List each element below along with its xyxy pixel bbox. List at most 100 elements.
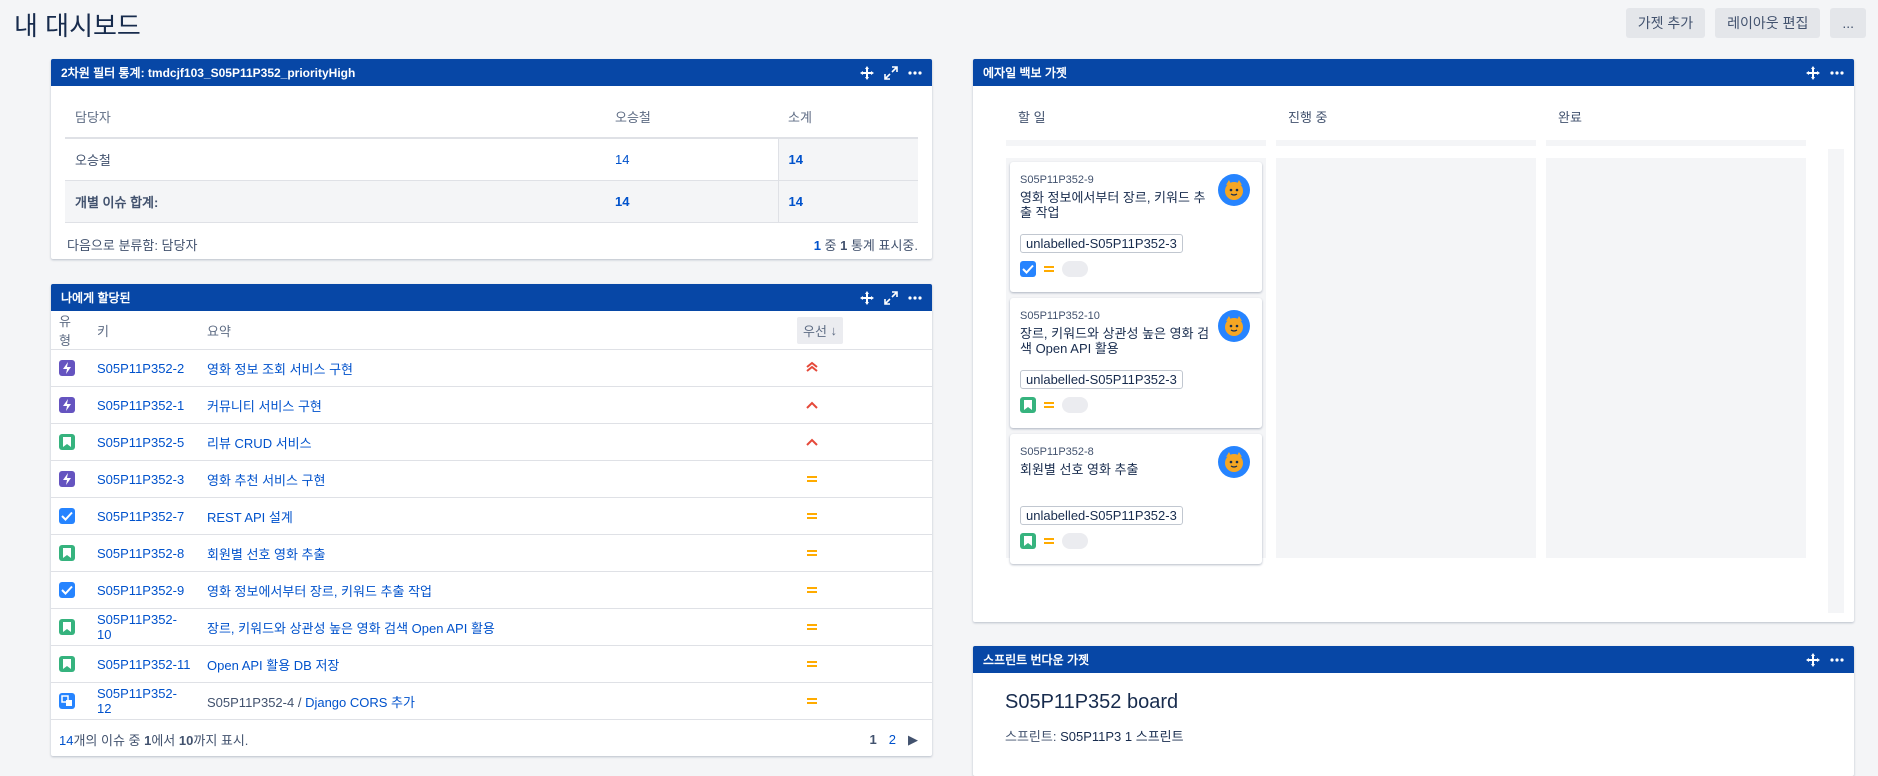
- card-key[interactable]: S05P11P352-10: [1020, 310, 1252, 322]
- issue-card[interactable]: S05P11P352-10 장르, 키워드와 상관성 높은 영화 검색 Open …: [1010, 298, 1262, 428]
- priority-medium-icon: [805, 620, 819, 635]
- filter-stats-gadget: 2차원 필터 통계: tmdcjf103_S05P11P352_priority…: [51, 59, 932, 259]
- table-row[interactable]: S05P11P352-12 S05P11P352-4 / Django CORS …: [51, 682, 932, 720]
- move-icon[interactable]: [1806, 65, 1820, 80]
- priority-medium-icon: [805, 509, 819, 524]
- task-type-icon: [1020, 261, 1036, 277]
- priority-medium-icon: [805, 694, 819, 709]
- table-row-total: 개별 이슈 합계: 14 14: [65, 180, 918, 223]
- results-summary: 14개의 이슈 중 1에서 10까지 표시.: [59, 730, 248, 749]
- col-subtotal: 소계: [778, 96, 918, 139]
- card-summary: 영화 정보에서부터 장르, 키워드 추출 작업: [1020, 190, 1206, 220]
- task-type-icon: [59, 582, 75, 598]
- avatar[interactable]: [1218, 174, 1250, 206]
- col-priority[interactable]: 우선 ↓: [789, 311, 932, 350]
- issue-summary-link[interactable]: 리뷰 CRUD 서비스: [207, 436, 312, 451]
- story-type-icon: [59, 619, 75, 635]
- issue-summary-link[interactable]: Django CORS 추가: [305, 695, 415, 710]
- priority-medium-icon: [805, 657, 819, 672]
- table-row[interactable]: S05P11P352-9 영화 정보에서부터 장르, 키워드 추출 작업: [51, 571, 932, 609]
- more-icon[interactable]: [908, 66, 922, 80]
- story-type-icon: [1020, 397, 1036, 413]
- issue-key-link[interactable]: S05P11P352-11: [97, 657, 190, 672]
- priority-medium-icon: [1042, 261, 1056, 277]
- gadget-header: 에자일 백보 가젯: [973, 59, 1854, 86]
- table-row[interactable]: S05P11P352-3 영화 추천 서비스 구현: [51, 460, 932, 498]
- table-row[interactable]: S05P11P352-1 커뮤니티 서비스 구현: [51, 386, 932, 424]
- table-row[interactable]: S05P11P352-8 회원별 선호 영화 추출: [51, 534, 932, 572]
- more-actions-button[interactable]: ...: [1830, 8, 1866, 38]
- issue-summary-link[interactable]: 영화 정보에서부터 장르, 키워드 추출 작업: [207, 584, 432, 599]
- priority-medium-icon: [1042, 533, 1056, 549]
- table-row[interactable]: S05P11P352-7 REST API 설계: [51, 497, 932, 535]
- stats-text-2: 통계 표시중.: [847, 237, 918, 253]
- avatar[interactable]: [1218, 310, 1250, 342]
- issue-key-link[interactable]: S05P11P352-10: [97, 612, 177, 642]
- issue-summary-link[interactable]: 커뮤니티 서비스 구현: [207, 399, 322, 414]
- card-key[interactable]: S05P11P352-9: [1020, 174, 1252, 186]
- more-icon[interactable]: [908, 291, 922, 305]
- issue-summary-link[interactable]: 영화 정보 조회 서비스 구현: [207, 362, 353, 377]
- gadget-title: 스프린트 번다운 가젯: [983, 653, 1090, 667]
- col-user: 오승철: [605, 96, 778, 139]
- issue-key-link[interactable]: S05P11P352-7: [97, 509, 184, 524]
- issue-summary-link[interactable]: 장르, 키워드와 상관성 높은 영화 검색 Open API 활용: [207, 621, 495, 636]
- issue-card[interactable]: S05P11P352-9 영화 정보에서부터 장르, 키워드 추출 작업 unlab…: [1010, 162, 1262, 292]
- priority-medium-icon: [805, 583, 819, 598]
- move-icon[interactable]: [860, 290, 874, 305]
- issue-key-link[interactable]: S05P11P352-3: [97, 472, 184, 487]
- estimate-badge: [1062, 533, 1088, 549]
- table-row[interactable]: S05P11P352-2 영화 정보 조회 서비스 구현: [51, 349, 932, 387]
- issue-summary-link[interactable]: Open API 활용 DB 저장: [207, 658, 339, 673]
- card-label: unlabelled-S05P11P352-3: [1020, 234, 1183, 253]
- table-row: 오승철 14 14: [65, 138, 918, 181]
- results-count[interactable]: 14: [59, 733, 73, 748]
- priority-medium-icon: [805, 546, 819, 561]
- sort-down-icon: ↓: [830, 322, 838, 338]
- edit-layout-button[interactable]: 레이아웃 편집: [1715, 8, 1821, 38]
- issue-table: 유형 키 요약 우선 ↓ S05P11P352-2 영화 정보 조회 서비스 구현…: [51, 311, 932, 720]
- issue-key-link[interactable]: S05P11P352-5: [97, 435, 184, 450]
- card-key[interactable]: S05P11P352-8: [1020, 446, 1252, 458]
- row-user: 오승철: [65, 138, 605, 181]
- scrollbar[interactable]: [1828, 149, 1844, 613]
- group-by-text: 다음으로 분류함: 담당자: [67, 237, 198, 253]
- issue-summary-link[interactable]: REST API 설계: [207, 510, 293, 525]
- epic-type-icon: [59, 396, 75, 414]
- table-row[interactable]: S05P11P352-11 Open API 활용 DB 저장: [51, 645, 932, 683]
- total-subtotal-link[interactable]: 14: [789, 194, 803, 209]
- table-row[interactable]: S05P11P352-10 장르, 키워드와 상관성 높은 영화 검색 Open …: [51, 608, 932, 646]
- priority-high-icon: [805, 435, 819, 450]
- more-icon[interactable]: [1830, 653, 1844, 667]
- issue-key-link[interactable]: S05P11P352-12: [97, 686, 177, 716]
- results-text: 개의 이슈 중: [73, 733, 145, 748]
- issue-card[interactable]: S05P11P352-8 회원별 선호 영화 추출 unlabelled-S05P1…: [1010, 434, 1262, 564]
- card-label: unlabelled-S05P11P352-3: [1020, 370, 1183, 389]
- maximize-icon[interactable]: [884, 65, 898, 80]
- move-icon[interactable]: [860, 65, 874, 80]
- page-next-link[interactable]: 2: [889, 732, 896, 747]
- gadget-header: 2차원 필터 통계: tmdcjf103_S05P11P352_priority…: [51, 59, 932, 86]
- top-actions: 가젯 추가 레이아웃 편집 ...: [1625, 8, 1866, 38]
- avatar[interactable]: [1218, 446, 1250, 478]
- maximize-icon[interactable]: [884, 290, 898, 305]
- issue-key-link[interactable]: S05P11P352-9: [97, 583, 184, 598]
- total-count-link[interactable]: 14: [615, 194, 629, 209]
- page-current: 1: [869, 732, 877, 747]
- more-icon[interactable]: [1830, 66, 1844, 80]
- table-row[interactable]: S05P11P352-5 리뷰 CRUD 서비스: [51, 423, 932, 461]
- issue-summary-link[interactable]: 영화 추천 서비스 구현: [207, 473, 325, 488]
- next-page-icon[interactable]: ▶: [908, 732, 918, 748]
- issue-summary-link[interactable]: 회원별 선호 영화 추출: [207, 547, 325, 562]
- issue-key-link[interactable]: S05P11P352-8: [97, 546, 184, 561]
- issue-key-link[interactable]: S05P11P352-1: [97, 398, 184, 413]
- column-todo: S05P11P352-9 영화 정보에서부터 장르, 키워드 추출 작업 unlab…: [1006, 158, 1266, 564]
- parent-key[interactable]: S05P11P352-4 /: [207, 695, 305, 710]
- stats-summary: 1 중 1 통계 표시중.: [814, 235, 918, 254]
- issue-key-link[interactable]: S05P11P352-2: [97, 361, 184, 376]
- add-gadget-button[interactable]: 가젯 추가: [1625, 8, 1706, 38]
- move-icon[interactable]: [1806, 652, 1820, 667]
- user-count-link[interactable]: 14: [615, 152, 629, 167]
- user-subtotal-link[interactable]: 14: [789, 152, 803, 167]
- priority-medium-icon: [805, 472, 819, 487]
